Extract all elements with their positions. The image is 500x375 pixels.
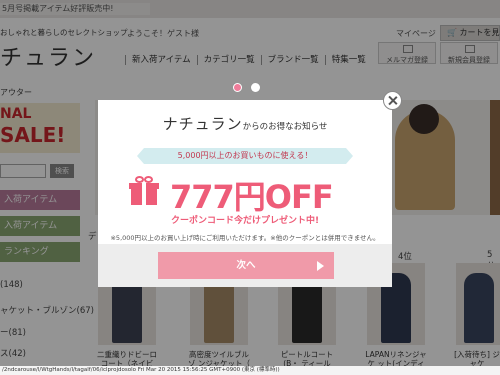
- status-bar: /2ndcarouse/l/WtgHands/l/tagalf/06/iclpr…: [0, 366, 500, 375]
- modal-title: ナチュランからのお得なお知らせ: [98, 113, 392, 134]
- modal-title-rest: からのお得なお知らせ: [242, 122, 328, 132]
- carousel-dot-2[interactable]: [251, 83, 260, 92]
- carousel-dots: [233, 83, 263, 93]
- terms-note: ※5,000円以上のお買い上げ時にご利用いただけます。※他のクーポンとは併用でき…: [110, 234, 380, 242]
- coupon-modal: ナチュランからのお得なお知らせ 5,000円以上のお買いものに使える！ 777円…: [98, 100, 392, 287]
- carousel-dot-1[interactable]: [233, 83, 242, 92]
- coupon-text: クーポンコード今だけプレゼント中!: [170, 216, 320, 226]
- modal-brand: ナチュラン: [162, 115, 243, 133]
- next-button[interactable]: 次へ: [158, 252, 334, 279]
- discount-amount: 777円OFF: [170, 178, 334, 216]
- close-icon[interactable]: [383, 91, 402, 110]
- arrow-right-icon: [317, 261, 324, 271]
- modal-footer: 次へ: [98, 244, 392, 287]
- gift-icon: [129, 176, 159, 206]
- next-button-label: 次へ: [236, 260, 256, 271]
- offer-ribbon: 5,000円以上のお買いものに使える！: [137, 148, 353, 164]
